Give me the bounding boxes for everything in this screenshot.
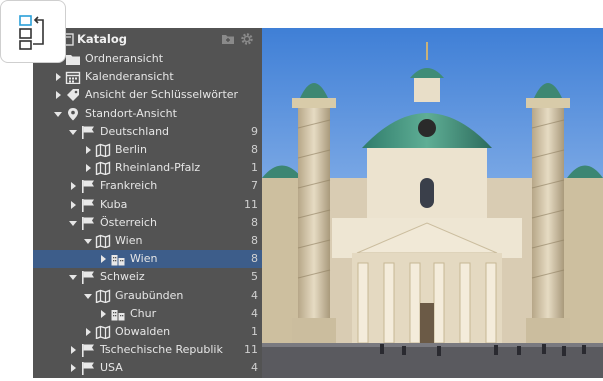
karlskirche-photo — [262, 28, 603, 378]
collapsed-triangle-icon[interactable] — [98, 305, 108, 323]
tree-item-count: 8 — [251, 215, 258, 229]
tree-item-count: 7 — [251, 179, 258, 193]
app-icon-button[interactable] — [0, 0, 66, 63]
tree-item-count: 8 — [251, 252, 258, 266]
collapsed-triangle-icon[interactable] — [53, 86, 63, 104]
expanded-triangle-icon[interactable] — [83, 232, 93, 250]
tree-item-label: Berlin — [115, 143, 147, 156]
collapsed-triangle-icon[interactable] — [68, 341, 78, 359]
tree-item-count: 5 — [251, 270, 258, 284]
flag-icon — [80, 270, 96, 285]
tree-item-label: Österreich — [100, 215, 157, 229]
tree-item-label: Tschechische Republik — [100, 343, 223, 357]
expanded-triangle-icon[interactable] — [68, 214, 78, 232]
tree-item-count: 8 — [251, 234, 258, 247]
tree-item-count: 1 — [251, 325, 258, 338]
expanded-triangle-icon[interactable] — [53, 105, 63, 123]
tree-row[interactable]: Wien 8 — [33, 232, 262, 250]
collapsed-triangle-icon[interactable] — [83, 159, 93, 177]
tree-row[interactable]: Standort-Ansicht — [33, 105, 262, 123]
catalog-switch-icon — [19, 14, 44, 50]
collapsed-triangle-icon[interactable] — [68, 196, 78, 214]
collapsed-triangle-icon[interactable] — [53, 68, 63, 86]
tree-item-label: Wien — [115, 234, 143, 247]
flag-icon — [80, 361, 96, 376]
tree-row[interactable]: Kuba 11 — [33, 196, 262, 214]
tree-row[interactable]: Wien 8 — [33, 250, 262, 269]
tree-item-count: 4 — [251, 288, 258, 302]
tree-row[interactable]: Berlin 8 — [33, 141, 262, 159]
tree-item-count: 4 — [251, 306, 258, 320]
tree-row[interactable]: Frankreich 7 — [33, 177, 262, 195]
tree-item-label: Frankreich — [100, 179, 158, 193]
tree-item-label: Chur — [130, 306, 157, 320]
tree-item-count: 4 — [251, 361, 258, 375]
collapsed-triangle-icon[interactable] — [68, 177, 78, 195]
tree-row[interactable]: Tschechische Republik 11 — [33, 341, 262, 359]
catalog-panel: Katalog Ordneransicht Kalenderansicht Ansi… — [33, 28, 262, 378]
tree-item-count: 1 — [251, 161, 258, 175]
folder-icon — [65, 52, 81, 66]
tree-item-count: 9 — [251, 124, 258, 138]
collapsed-triangle-icon[interactable] — [83, 323, 93, 341]
tree-row[interactable]: USA 4 — [33, 359, 262, 377]
flag-icon — [80, 198, 96, 212]
tree-item-label: Obwalden — [115, 325, 171, 338]
tree-item-label: Kuba — [100, 197, 128, 211]
collapsed-triangle-icon[interactable] — [68, 359, 78, 377]
tree-row[interactable]: Deutschland 9 — [33, 123, 262, 141]
tree-item-label: Deutschland — [100, 124, 170, 138]
map-icon — [95, 325, 111, 340]
pin-icon — [65, 107, 81, 121]
tree-row[interactable]: Chur 4 — [33, 305, 262, 323]
expanded-triangle-icon[interactable] — [83, 287, 93, 305]
tree-item-label: Graubünden — [115, 288, 184, 302]
expanded-triangle-icon[interactable] — [68, 123, 78, 141]
tree-item-label: Wien — [130, 252, 158, 266]
tree-item-label: Ordneransicht — [85, 52, 164, 65]
collapsed-triangle-icon[interactable] — [83, 141, 93, 159]
tree-row[interactable]: Ordneransicht — [33, 50, 262, 68]
tree-item-label: Kalenderansicht — [85, 70, 174, 84]
collapsed-triangle-icon[interactable] — [98, 250, 108, 268]
tree-item-label: USA — [100, 361, 123, 375]
flag-icon — [80, 179, 96, 194]
gear-icon[interactable] — [240, 32, 254, 46]
new-folder-icon[interactable] — [221, 32, 235, 46]
tree-row[interactable]: Österreich 8 — [33, 214, 262, 232]
calendar-icon — [65, 70, 81, 85]
panel-title: Katalog — [77, 32, 128, 46]
tree-row[interactable]: Ansicht der Schlüsselwörter — [33, 86, 262, 104]
panel-header: Katalog — [33, 28, 262, 50]
photo-preview — [262, 28, 603, 378]
flag-icon — [80, 216, 96, 230]
flag-icon — [80, 343, 96, 358]
tree-item-count: 8 — [251, 143, 258, 156]
city-icon — [110, 307, 126, 321]
flag-icon — [80, 125, 96, 139]
tree-item-count: 11 — [244, 343, 258, 357]
map-icon — [95, 234, 111, 249]
tree-item-label: Schweiz — [100, 270, 145, 284]
tree-item-label: Ansicht der Schlüsselwörter — [85, 88, 239, 102]
tree-row[interactable]: Kalenderansicht — [33, 68, 262, 86]
expanded-triangle-icon[interactable] — [68, 268, 78, 286]
tree-item-count: 11 — [244, 197, 258, 211]
tree-row[interactable]: Schweiz 5 — [33, 268, 262, 286]
tag-icon — [65, 88, 81, 102]
tree-row[interactable]: Obwalden 1 — [33, 323, 262, 341]
map-icon — [95, 289, 111, 304]
tree-item-label: Standort-Ansicht — [85, 106, 177, 120]
tree-row[interactable]: Graubünden 4 — [33, 287, 262, 305]
tree-item-label: Rheinland-Pfalz — [115, 161, 201, 175]
city-icon — [110, 252, 126, 266]
tree-row[interactable]: Rheinland-Pfalz 1 — [33, 159, 262, 177]
map-icon — [95, 143, 111, 158]
map-icon — [95, 161, 111, 176]
